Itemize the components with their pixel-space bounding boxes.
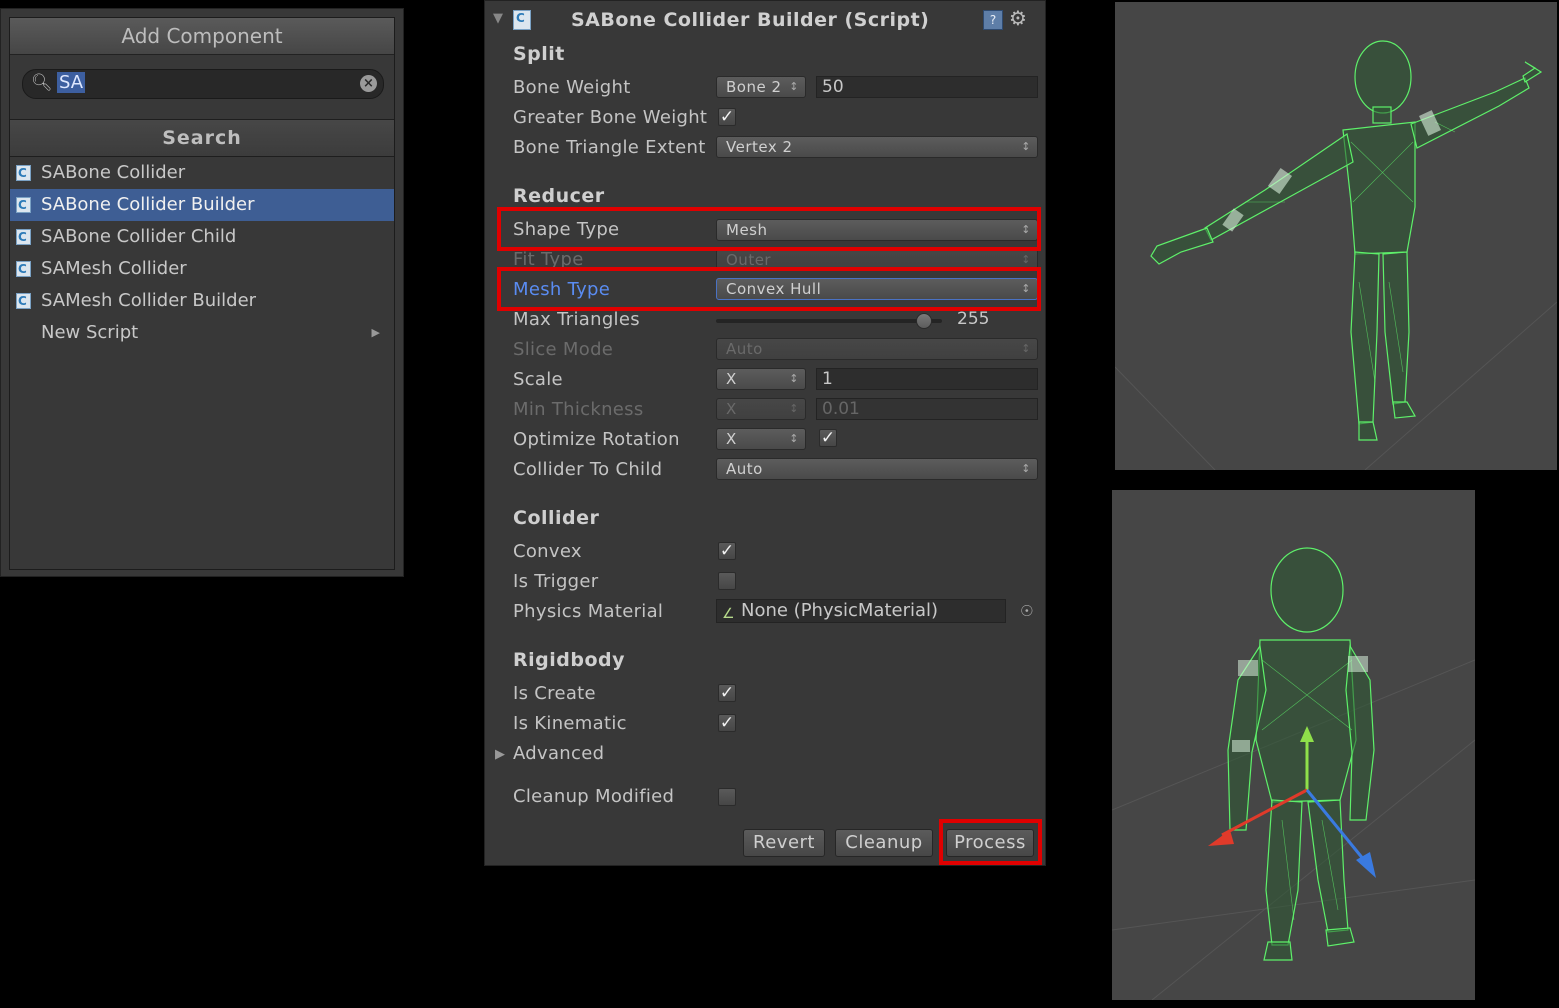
max-triangles-label: Max Triangles xyxy=(513,309,640,330)
list-item-sabone-collider-child[interactable]: SABone Collider Child xyxy=(10,221,394,253)
is-trigger-checkbox[interactable] xyxy=(718,572,736,590)
optimize-rotation-checkbox[interactable]: ✓ xyxy=(819,429,837,447)
advanced-label: Advanced xyxy=(513,743,605,764)
optimize-rotation-axis-dropdown[interactable]: X xyxy=(716,428,806,450)
list-item-samesh-collider[interactable]: SAMesh Collider xyxy=(10,253,394,285)
clear-icon[interactable]: × xyxy=(360,75,377,92)
collider-to-child-label: Collider To Child xyxy=(513,459,663,480)
scale-field[interactable]: 1 xyxy=(816,368,1038,390)
add-component-inner: Add Component 🔍︎ SA × Search SABone Coll… xyxy=(9,17,395,570)
cleanup-modified-checkbox[interactable] xyxy=(718,788,736,806)
max-triangles-value[interactable]: 255 xyxy=(957,309,989,329)
list-item-sabone-collider-builder[interactable]: SABone Collider Builder xyxy=(10,189,394,221)
list-item-label: SABone Collider Builder xyxy=(41,194,255,215)
search-section-title: Search xyxy=(10,120,394,157)
convex-checkbox[interactable]: ✓ xyxy=(718,542,736,560)
convex-label: Convex xyxy=(513,541,582,562)
foldout-icon[interactable]: ▼ xyxy=(493,11,503,26)
scene-view-perspective[interactable] xyxy=(1112,490,1475,1000)
object-picker-icon[interactable]: ☉ xyxy=(1020,602,1033,620)
min-thickness-axis-dropdown[interactable]: X xyxy=(716,398,806,420)
physics-material-value: None (PhysicMaterial) xyxy=(741,600,939,621)
wireframe-model-perspective xyxy=(1112,547,1475,1000)
bone-weight-dropdown[interactable]: Bone 2 xyxy=(716,76,806,98)
checkmark-icon: ✓ xyxy=(719,107,735,127)
scale-label: Scale xyxy=(513,369,563,390)
inspector-panel: ▼ SABone Collider Builder (Script) ? ⚙ S… xyxy=(484,0,1046,866)
highlight-mesh-type xyxy=(497,267,1041,311)
csharp-script-icon xyxy=(16,253,31,285)
help-icon[interactable]: ? xyxy=(983,10,1003,30)
cleanup-modified-label: Cleanup Modified xyxy=(513,786,675,807)
csharp-script-icon xyxy=(513,10,531,30)
bone-weight-label: Bone Weight xyxy=(513,77,631,98)
list-item-label: New Script xyxy=(41,322,139,343)
bone-triangle-extent-label: Bone Triangle Extent xyxy=(513,137,706,158)
search-icon: 🔍︎ xyxy=(31,73,53,93)
highlight-shape-type xyxy=(497,207,1041,251)
scale-axis-dropdown[interactable]: X xyxy=(716,368,806,390)
collider-to-child-dropdown[interactable]: Auto xyxy=(716,458,1038,480)
optimize-rotation-label: Optimize Rotation xyxy=(513,429,680,450)
greater-bone-weight-label: Greater Bone Weight xyxy=(513,107,708,128)
bone-weight-field[interactable]: 50 xyxy=(816,76,1038,98)
list-item-label: SABone Collider xyxy=(41,162,186,183)
is-create-label: Is Create xyxy=(513,683,596,704)
slice-mode-label: Slice Mode xyxy=(513,339,614,360)
scene-view-t-pose[interactable] xyxy=(1115,2,1557,470)
is-create-checkbox[interactable]: ✓ xyxy=(718,684,736,702)
list-item-label: SAMesh Collider xyxy=(41,258,187,279)
checkmark-icon: ✓ xyxy=(719,541,735,561)
cleanup-button[interactable]: Cleanup xyxy=(835,829,933,857)
wireframe-model-t-pose xyxy=(1115,40,1557,470)
checkmark-icon: ✓ xyxy=(820,428,836,448)
search-value: SA xyxy=(57,72,86,93)
greater-bone-weight-checkbox[interactable]: ✓ xyxy=(718,108,736,126)
add-component-window: Add Component 🔍︎ SA × Search SABone Coll… xyxy=(0,8,404,577)
add-component-title: Add Component xyxy=(10,18,394,55)
section-rigidbody: Rigidbody xyxy=(513,649,625,671)
physics-material-label: Physics Material xyxy=(513,601,664,622)
is-trigger-label: Is Trigger xyxy=(513,571,599,592)
min-thickness-label: Min Thickness xyxy=(513,399,644,420)
gear-icon[interactable]: ⚙ xyxy=(1009,6,1027,30)
csharp-script-icon xyxy=(16,221,31,253)
search-row: 🔍︎ SA × xyxy=(10,55,394,120)
list-item-label: SABone Collider Child xyxy=(41,226,237,247)
list-item-sabone-collider[interactable]: SABone Collider xyxy=(10,157,394,189)
checkmark-icon: ✓ xyxy=(719,713,735,733)
revert-button[interactable]: Revert xyxy=(743,829,825,857)
list-item-label: SAMesh Collider Builder xyxy=(41,290,257,311)
max-triangles-slider-thumb[interactable] xyxy=(915,313,932,329)
physic-material-icon: ∠ xyxy=(722,606,735,622)
section-collider: Collider xyxy=(513,507,600,529)
foldout-icon[interactable]: ▶ xyxy=(495,747,505,762)
checkmark-icon: ✓ xyxy=(719,683,735,703)
highlight-process xyxy=(939,819,1042,865)
csharp-script-icon xyxy=(16,285,31,317)
is-kinematic-checkbox[interactable]: ✓ xyxy=(718,714,736,732)
slice-mode-dropdown[interactable]: Auto xyxy=(716,338,1038,360)
component-title: SABone Collider Builder (Script) xyxy=(571,9,930,31)
submenu-arrow-icon: ▶ xyxy=(371,326,380,339)
min-thickness-field[interactable]: 0.01 xyxy=(816,398,1038,420)
section-split: Split xyxy=(513,43,565,65)
component-header[interactable]: ▼ SABone Collider Builder (Script) ? ⚙ xyxy=(485,1,1045,39)
csharp-script-icon xyxy=(16,157,31,189)
max-triangles-slider-track[interactable] xyxy=(716,319,942,323)
csharp-script-icon xyxy=(16,189,31,221)
list-item-samesh-collider-builder[interactable]: SAMesh Collider Builder xyxy=(10,285,394,317)
list-item-new-script[interactable]: New Script ▶ xyxy=(10,317,394,349)
is-kinematic-label: Is Kinematic xyxy=(513,713,627,734)
bone-triangle-extent-dropdown[interactable]: Vertex 2 xyxy=(716,136,1038,158)
search-input[interactable]: 🔍︎ SA × xyxy=(22,69,384,99)
physics-material-field[interactable]: ∠ None (PhysicMaterial) xyxy=(716,599,1006,623)
section-reducer: Reducer xyxy=(513,185,605,207)
